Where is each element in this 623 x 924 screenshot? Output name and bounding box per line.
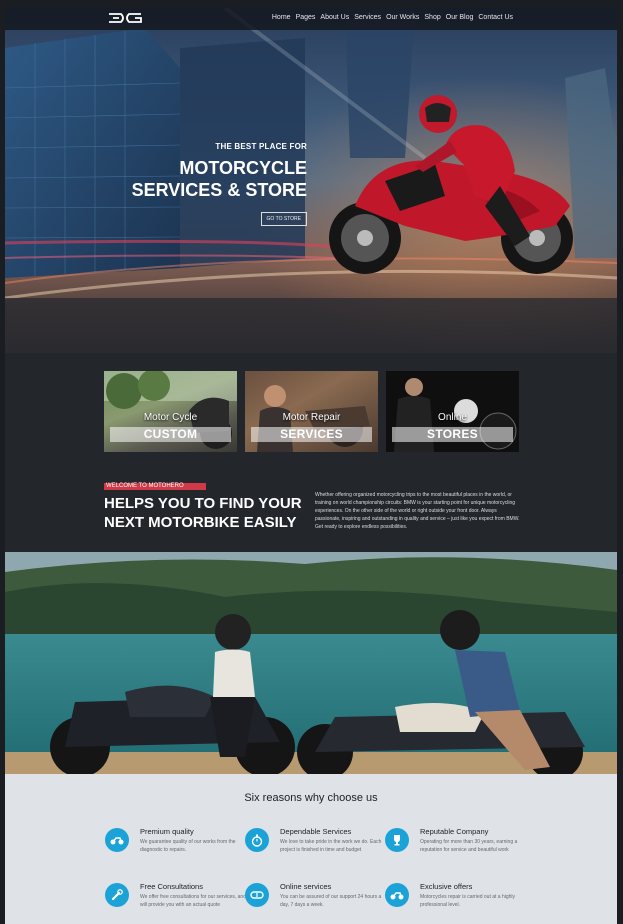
hero-kicker: THE BEST PLACE FOR — [215, 142, 307, 151]
motorbike-icon — [385, 883, 409, 907]
hero-title-line2: SERVICES & STORE — [131, 180, 307, 200]
reasons-title: Six reasons why choose us — [244, 792, 378, 804]
welcome-title-line2: NEXT MOTORBIKE EASILY — [104, 514, 297, 531]
reason-name: Dependable Services — [280, 827, 352, 836]
card-services-label: Motor Repair — [282, 412, 341, 423]
welcome-description: Whether offering organized motorcycling … — [315, 492, 520, 530]
page: THE BEST PLACE FOR MOTORCYCLE SERVICES &… — [5, 8, 617, 924]
goggles-icon — [245, 883, 269, 907]
hero-section: THE BEST PLACE FOR MOTORCYCLE SERVICES &… — [5, 8, 617, 353]
hero-title: MOTORCYCLE SERVICES & STORE — [132, 157, 307, 201]
reason-desc: We love to take pride in the work we do.… — [280, 839, 382, 853]
card-stores-title: STORES — [392, 427, 513, 442]
service-cards: Motor Cycle CUSTOM Motor Repair SERVICES… — [104, 371, 519, 452]
reason-name: Exclusive offers — [420, 882, 473, 891]
lake-riders-image — [5, 552, 617, 774]
card-custom-label: Motor Cycle — [143, 412, 198, 423]
nav-services[interactable]: Services — [354, 14, 381, 21]
nav-pages[interactable]: Pages — [296, 14, 316, 21]
wrench-icon — [105, 883, 129, 907]
trophy-icon — [385, 828, 409, 852]
nav-about-us[interactable]: About Us — [320, 14, 349, 21]
motorbike-icon — [105, 828, 129, 852]
motorcycle-rider-image — [329, 95, 573, 274]
reason-name: Online services — [280, 882, 332, 891]
hero-text: THE BEST PLACE FOR MOTORCYCLE SERVICES &… — [132, 142, 307, 226]
reason-desc: Operating for more than 30 years, earnin… — [420, 839, 518, 853]
nav-our-blog[interactable]: Our Blog — [446, 14, 474, 21]
reason-desc: We guarantee quality of our works from t… — [140, 839, 236, 853]
card-custom[interactable]: Motor Cycle CUSTOM — [104, 371, 237, 452]
reason-name: Free Consultations — [140, 882, 203, 891]
reason-name: Premium quality — [140, 827, 194, 836]
card-custom-title: CUSTOM — [110, 427, 231, 442]
card-services[interactable]: Motor Repair SERVICES — [245, 371, 378, 452]
welcome-tag: WELCOME TO MOTOHERO — [104, 483, 206, 490]
hero-title-line1: MOTORCYCLE — [179, 158, 307, 178]
reason-desc: Motorcycles repair is carried out at a h… — [420, 894, 516, 908]
nav-our-works[interactable]: Our Works — [386, 14, 419, 21]
main-menu: Home Pages About Us Services Our Works S… — [272, 14, 513, 21]
reason-desc: We offer free consultations for our serv… — [140, 894, 246, 908]
card-stores-label: Online — [438, 412, 467, 423]
top-navbar: Home Pages About Us Services Our Works S… — [5, 8, 617, 30]
reasons-section: Six reasons why choose us Premium qualit… — [5, 774, 617, 924]
go-to-store-button[interactable]: GO TO STORE — [260, 212, 307, 226]
lake-riders-photo — [5, 552, 617, 774]
card-stores[interactable]: Online STORES — [386, 371, 519, 452]
reason-desc: You can be assured of our support 24 hou… — [280, 894, 382, 908]
welcome-title-line1: HELPS YOU TO FIND YOUR — [104, 495, 302, 512]
nav-home[interactable]: Home — [272, 14, 291, 21]
nav-contact-us[interactable]: Contact Us — [478, 14, 513, 21]
nav-shop[interactable]: Shop — [424, 14, 440, 21]
site-logo-icon[interactable] — [107, 12, 143, 24]
reason-name: Reputable Company — [420, 827, 489, 836]
welcome-title: HELPS YOU TO FIND YOUR NEXT MOTORBIKE EA… — [104, 494, 302, 532]
stopwatch-icon — [245, 828, 269, 852]
card-services-title: SERVICES — [251, 427, 372, 442]
